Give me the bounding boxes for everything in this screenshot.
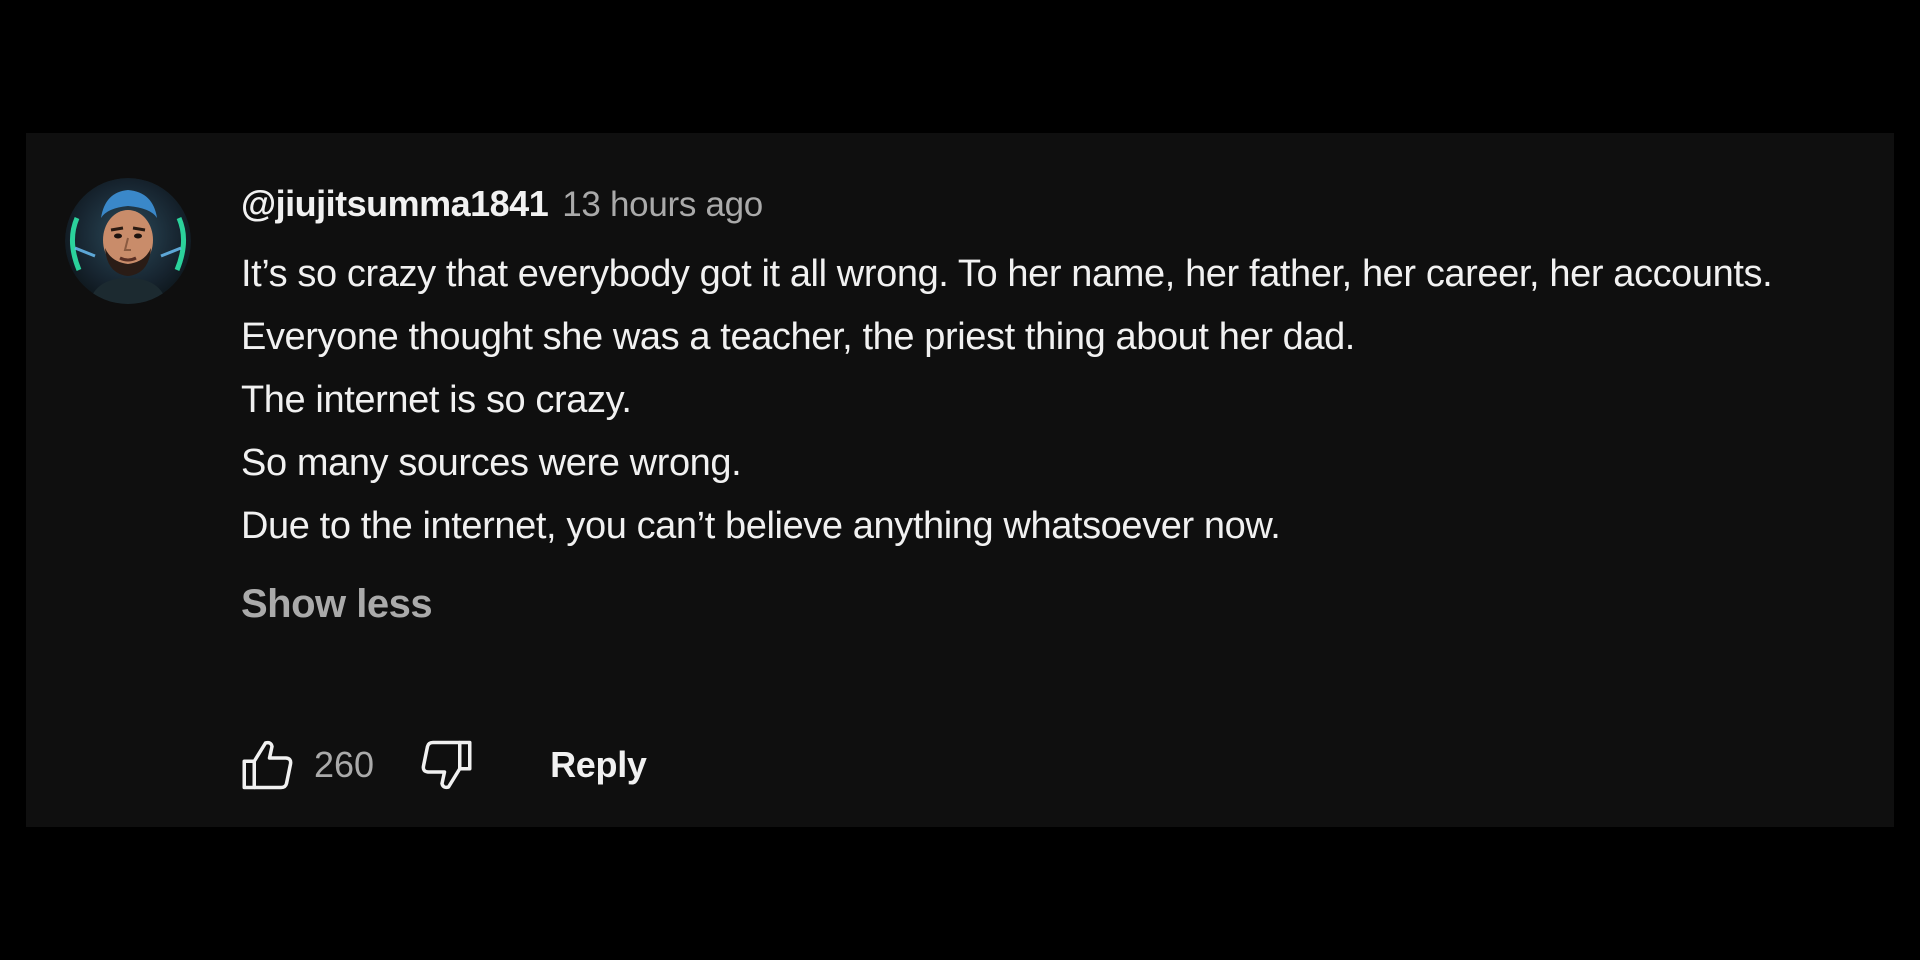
like-count: 260: [314, 744, 375, 785]
comment-card: @jiujitsumma1841 13 hours ago It’s so cr…: [26, 133, 1894, 827]
reply-button[interactable]: Reply: [550, 744, 647, 786]
comment-line: Due to the internet, you can’t believe a…: [241, 505, 1281, 547]
comment-line: So many sources were wrong.: [241, 442, 742, 484]
comment-body: @jiujitsumma1841 13 hours ago It’s so cr…: [241, 183, 1854, 627]
comment-author[interactable]: @jiujitsumma1841: [241, 183, 549, 225]
thumbs-down-icon: [421, 740, 472, 790]
comment-timestamp[interactable]: 13 hours ago: [562, 185, 763, 225]
comment-actions: 260 Reply: [236, 733, 647, 797]
user-avatar-icon: [65, 178, 191, 304]
comment-meta: @jiujitsumma1841 13 hours ago: [241, 183, 1854, 225]
thumbs-up-icon: [242, 740, 293, 790]
like-button[interactable]: [236, 733, 300, 797]
comment-line: It’s so crazy that everybody got it all …: [241, 253, 1773, 295]
show-less-button[interactable]: Show less: [241, 582, 433, 627]
comment-line: Everyone thought she was a teacher, the …: [241, 316, 1355, 358]
dislike-button[interactable]: [414, 733, 478, 797]
comment-line: The internet is so crazy.: [241, 379, 632, 421]
avatar[interactable]: [65, 178, 191, 304]
comment-text: It’s so crazy that everybody got it all …: [241, 243, 1854, 558]
